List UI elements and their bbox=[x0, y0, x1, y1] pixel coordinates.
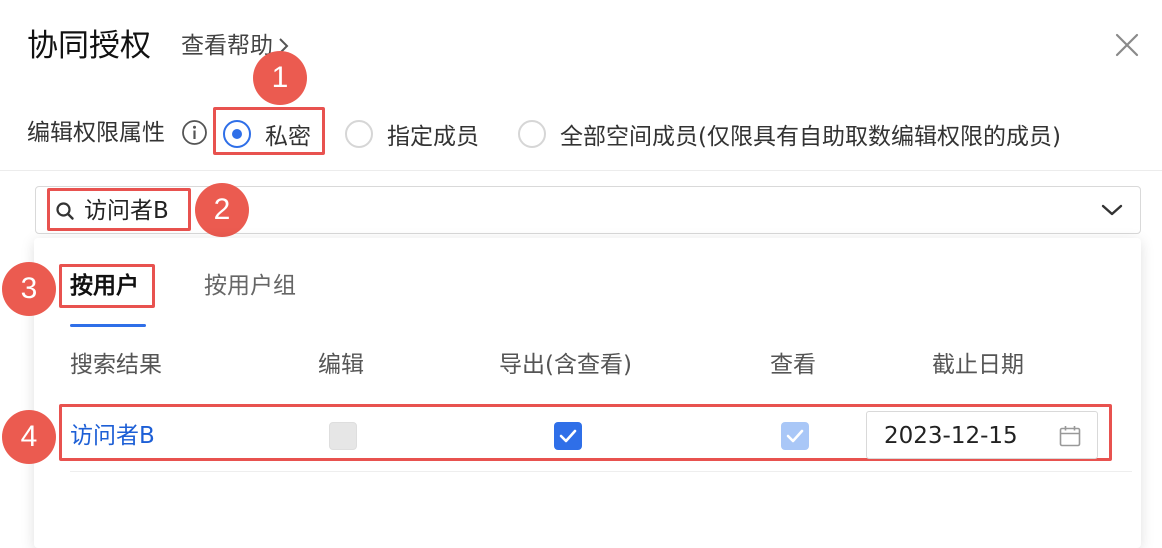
annotation-badge-2: 2 bbox=[195, 183, 249, 237]
column-header-export: 导出(含查看) bbox=[499, 352, 632, 378]
radio-private-indicator bbox=[223, 120, 251, 148]
section-divider bbox=[0, 170, 1162, 171]
radio-specified-members-label: 指定成员 bbox=[387, 124, 479, 150]
radio-private[interactable]: 私密 bbox=[223, 117, 311, 151]
member-dropdown-panel bbox=[34, 238, 1141, 548]
search-value[interactable]: 访问者B bbox=[84, 194, 169, 228]
row-divider bbox=[70, 471, 1132, 472]
help-link-label: 查看帮助 bbox=[181, 33, 273, 59]
dialog-title: 协同授权 bbox=[27, 28, 151, 64]
column-header-view: 查看 bbox=[770, 352, 816, 378]
radio-all-members-indicator bbox=[518, 120, 546, 148]
column-header-search-result: 搜索结果 bbox=[70, 352, 162, 378]
close-icon[interactable] bbox=[1114, 32, 1140, 58]
radio-all-members[interactable]: 全部空间成员(仅限具有自助取数编辑权限的成员) bbox=[518, 117, 1061, 151]
deadline-date-value[interactable]: 2023-12-15 bbox=[884, 419, 1018, 453]
annotation-badge-4: 4 bbox=[2, 410, 56, 464]
radio-specified-members-indicator bbox=[345, 120, 373, 148]
info-icon[interactable] bbox=[181, 119, 208, 146]
search-icon bbox=[56, 202, 74, 220]
column-header-deadline: 截止日期 bbox=[932, 352, 1024, 378]
annotation-badge-3: 3 bbox=[2, 262, 56, 316]
annotation-badge-1: 1 bbox=[253, 51, 307, 105]
radio-specified-members[interactable]: 指定成员 bbox=[345, 117, 479, 151]
checkmark-icon bbox=[559, 429, 577, 443]
radio-all-members-label: 全部空间成员(仅限具有自助取数编辑权限的成员) bbox=[560, 124, 1061, 150]
chevron-down-icon[interactable] bbox=[1100, 200, 1124, 220]
edit-checkbox bbox=[329, 422, 357, 450]
column-header-edit: 编辑 bbox=[318, 352, 364, 378]
checkmark-icon bbox=[786, 429, 804, 443]
view-checkbox bbox=[781, 422, 809, 450]
tab-by-user-group[interactable]: 按用户组 bbox=[204, 269, 296, 303]
calendar-icon[interactable] bbox=[1058, 424, 1082, 448]
permission-label: 编辑权限属性 bbox=[27, 120, 165, 146]
export-checkbox[interactable] bbox=[554, 422, 582, 450]
radio-private-label: 私密 bbox=[265, 124, 311, 150]
tab-active-indicator bbox=[70, 324, 146, 327]
tab-by-user[interactable]: 按用户 bbox=[70, 269, 139, 303]
result-user-name: 访问者B bbox=[70, 423, 155, 449]
